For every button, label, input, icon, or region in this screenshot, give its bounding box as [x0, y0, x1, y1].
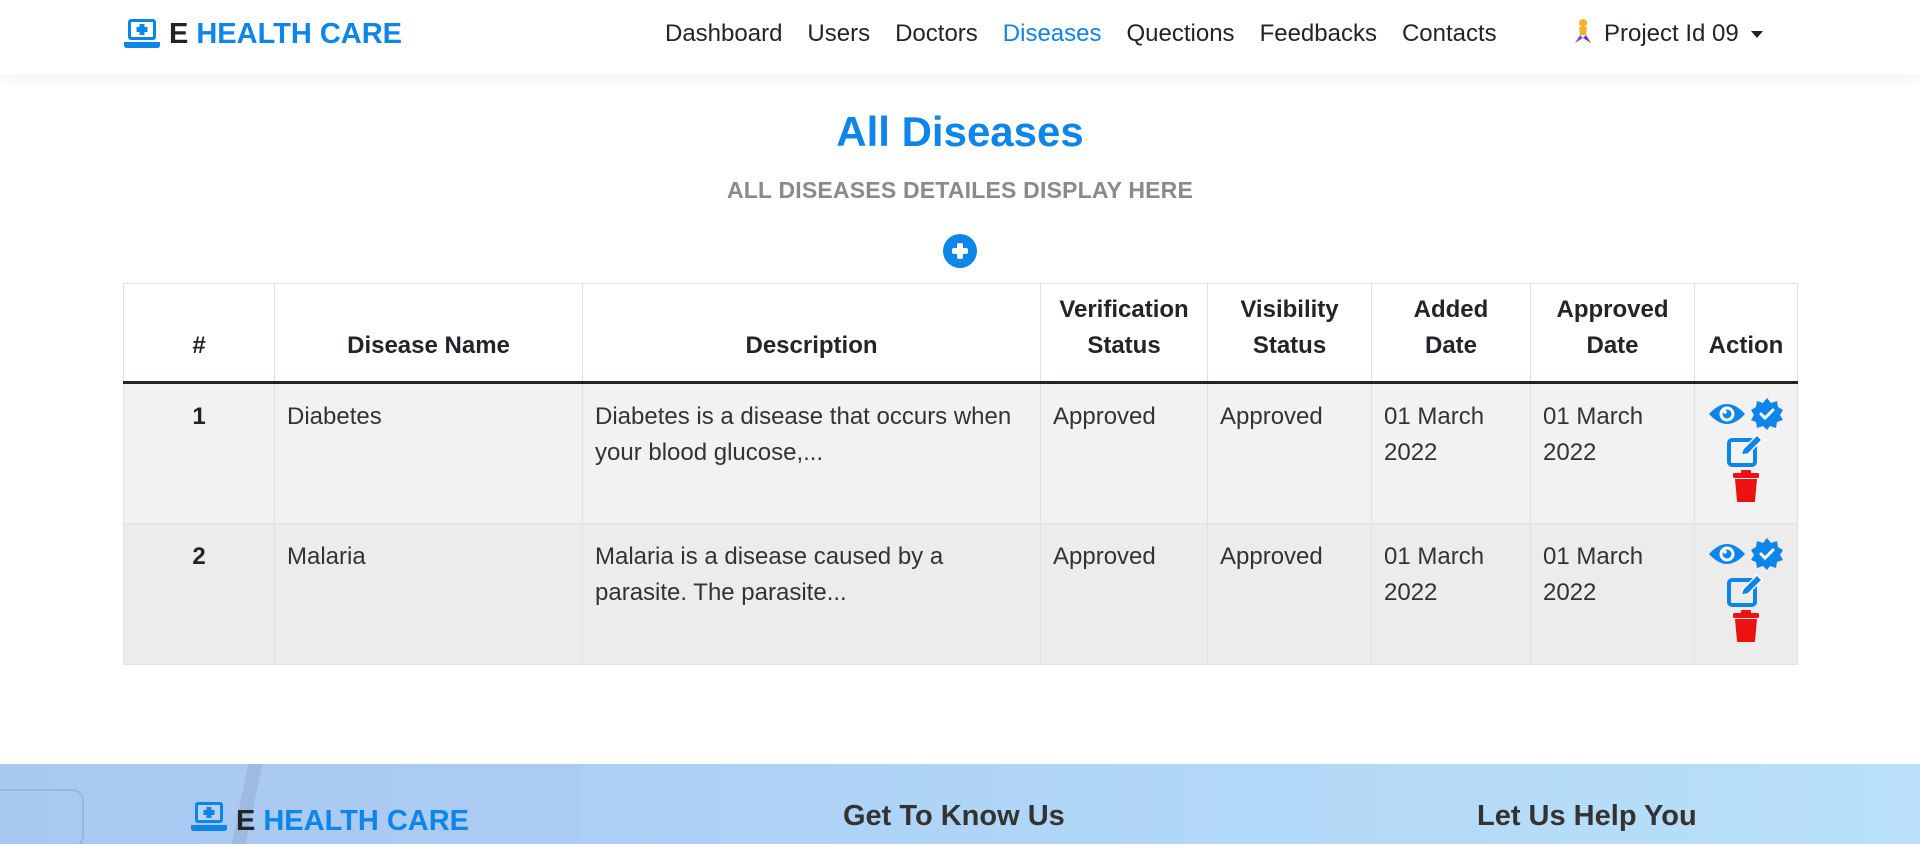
- certificate-icon[interactable]: [1750, 397, 1784, 431]
- brand-e: E: [169, 17, 189, 50]
- row-verification-status: Approved: [1040, 382, 1208, 524]
- navbar: E HEALTH CARE Dashboard Users Doctors Di…: [0, 0, 1920, 75]
- footer-heading-let-us-help-you: Let Us Help You: [1477, 800, 1697, 832]
- footer-brand[interactable]: E HEALTH CARE: [190, 801, 469, 841]
- add-disease-button[interactable]: [943, 234, 977, 268]
- brand-name: HEALTH CARE: [196, 17, 403, 50]
- nav-dashboard[interactable]: Dashboard: [665, 20, 782, 48]
- col-header-verification: Verification Status: [1040, 283, 1208, 383]
- nav-feedbacks[interactable]: Feedbacks: [1260, 20, 1377, 48]
- laptop-medical-icon: [190, 801, 228, 841]
- nav-contacts[interactable]: Contacts: [1402, 20, 1497, 48]
- chevron-down-icon: [1750, 30, 1763, 38]
- col-header-description: Description: [582, 283, 1041, 383]
- nav-doctors[interactable]: Doctors: [895, 20, 978, 48]
- nav-diseases[interactable]: Diseases: [1003, 20, 1102, 48]
- row-actions: [1694, 523, 1798, 665]
- main-nav: Dashboard Users Doctors Diseases Quectio…: [665, 16, 1522, 52]
- brand-logo[interactable]: E HEALTH CARE: [123, 15, 402, 53]
- footer-brand-e: E: [236, 804, 256, 837]
- diseases-table: # Disease Name Description Verification S…: [123, 283, 1798, 665]
- edit-icon[interactable]: [1727, 573, 1765, 607]
- col-header-approved: Approved Date: [1530, 283, 1695, 383]
- edit-icon[interactable]: [1727, 433, 1765, 467]
- row-verification-status: Approved: [1040, 523, 1208, 665]
- row-added-date: 01 March 2022: [1371, 523, 1531, 665]
- row-actions: [1694, 382, 1798, 524]
- eye-icon[interactable]: [1708, 540, 1746, 568]
- user-menu[interactable]: Project Id 09: [1572, 16, 1763, 52]
- nav-quections[interactable]: Quections: [1127, 20, 1235, 48]
- trash-icon[interactable]: [1731, 609, 1761, 643]
- row-disease-name: Malaria: [274, 523, 583, 665]
- nav-users[interactable]: Users: [807, 20, 870, 48]
- laptop-medical-icon: [123, 18, 161, 50]
- row-description: Malaria is a disease caused by a parasit…: [582, 523, 1041, 665]
- footer-brand-name: HEALTH CARE: [263, 804, 470, 837]
- certificate-icon[interactable]: [1750, 537, 1784, 571]
- page-subtitle: ALL DISEASES DETAILES DISPLAY HERE: [726, 177, 1194, 203]
- col-header-num: #: [123, 283, 275, 383]
- user-label: Project Id 09: [1604, 20, 1739, 47]
- row-num: 2: [123, 523, 275, 665]
- col-header-name: Disease Name: [274, 283, 583, 383]
- footer-heading-get-to-know-us: Get To Know Us: [843, 800, 1065, 832]
- footer: E HEALTH CARE Get To Know Us Let Us Help…: [0, 764, 1920, 844]
- col-header-added: Added Date: [1371, 283, 1531, 383]
- table-row: 2 Malaria Malaria is a disease caused by…: [123, 523, 1798, 665]
- row-added-date: 01 March 2022: [1371, 382, 1531, 524]
- row-disease-name: Diabetes: [274, 382, 583, 524]
- table-row: 1 Diabetes Diabetes is a disease that oc…: [123, 382, 1798, 524]
- row-visibility-status: Approved: [1207, 382, 1372, 524]
- col-header-action: Action: [1694, 283, 1798, 383]
- row-approved-date: 01 March 2022: [1530, 523, 1695, 665]
- row-num: 1: [123, 382, 275, 524]
- trash-icon[interactable]: [1731, 469, 1761, 503]
- row-description: Diabetes is a disease that occurs when y…: [582, 382, 1041, 524]
- eye-icon[interactable]: [1708, 400, 1746, 428]
- table-header-row: # Disease Name Description Verification S…: [123, 283, 1798, 383]
- row-visibility-status: Approved: [1207, 523, 1372, 665]
- col-header-visibility: Visibility Status: [1207, 283, 1372, 383]
- page-title: All Diseases: [836, 108, 1084, 155]
- user-avatar-icon: [1572, 18, 1594, 51]
- row-approved-date: 01 March 2022: [1530, 382, 1695, 524]
